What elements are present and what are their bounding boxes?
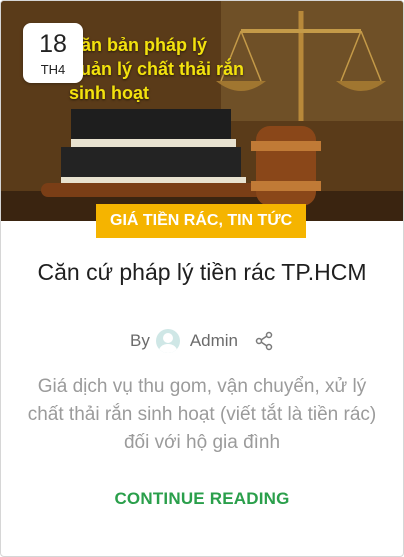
continue-reading-link[interactable]: CONTINUE READING [1,489,403,509]
author-name[interactable]: Admin [190,331,238,351]
date-badge: 18 TH4 [23,23,83,83]
thumbnail-caption-line: Văn bản pháp lý [69,35,208,55]
category-badge[interactable]: GIÁ TIỀN RÁC, TIN TỨC [96,204,307,238]
post-excerpt: Giá dịch vụ thu gom, vận chuyển, xử lý c… [27,376,377,453]
by-label: By [129,331,150,350]
post-meta: By Admin [1,327,403,355]
post-title[interactable]: Căn cứ pháp lý tiền rác TP.HCM [21,255,383,289]
date-day: 18 [39,30,67,58]
thumbnail-caption-line: quản lý chất thải rắn [69,59,245,79]
user-avatar-icon [155,329,180,353]
post-card: Văn bản pháp lý quản lý chất thải rắn si… [0,0,404,557]
post-thumbnail[interactable]: Văn bản pháp lý quản lý chất thải rắn si… [1,1,403,221]
date-month: TH4 [40,62,66,77]
thumbnail-caption-line: sinh hoạt [69,83,149,103]
share-icon[interactable] [254,331,274,351]
thumbnail-caption: Văn bản pháp lý quản lý chất thải rắn si… [69,33,244,105]
